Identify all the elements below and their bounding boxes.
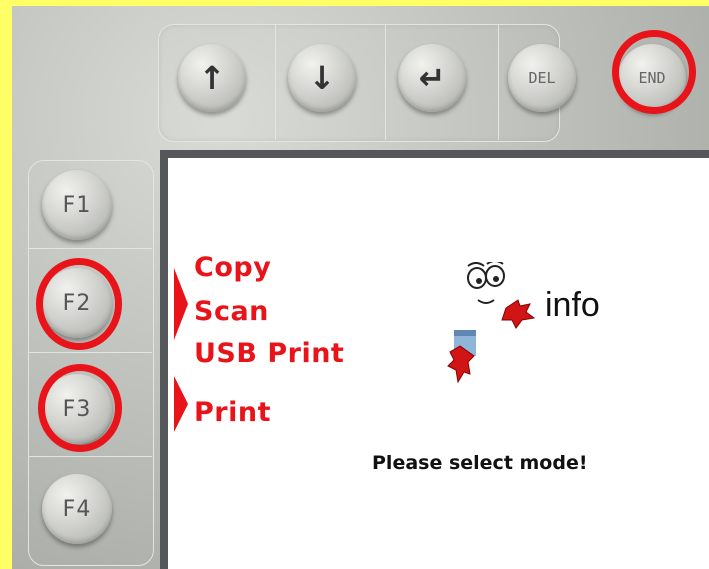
menu-item-usb-print: USB Print xyxy=(194,338,345,369)
info-mascot-icon xyxy=(447,262,536,384)
f1-button[interactable]: F1 xyxy=(42,170,112,240)
f2-pointer-icon xyxy=(174,268,188,340)
frame-divider xyxy=(28,352,152,353)
info-label: info xyxy=(545,286,600,324)
f4-button[interactable]: F4 xyxy=(42,474,112,544)
f3-label: F3 xyxy=(62,396,92,422)
enter-button[interactable]: ↵ xyxy=(398,44,466,112)
end-label: END xyxy=(638,69,666,87)
f1-label: F1 xyxy=(62,192,92,218)
menu-item-scan: Scan xyxy=(194,296,269,327)
frame-divider xyxy=(385,24,386,140)
f2-button[interactable]: F2 xyxy=(42,268,112,338)
frame-divider xyxy=(275,24,276,140)
menu-item-copy: Copy xyxy=(194,252,272,283)
del-button[interactable]: DEL xyxy=(508,44,576,112)
up-button[interactable]: ↑ xyxy=(178,44,246,112)
frame-divider xyxy=(498,24,499,140)
end-button[interactable]: END xyxy=(618,44,686,112)
frame-divider xyxy=(28,456,152,457)
f2-label: F2 xyxy=(62,290,92,316)
enter-arrow-icon: ↵ xyxy=(418,59,446,97)
down-button[interactable]: ↓ xyxy=(288,44,356,112)
f3-button[interactable]: F3 xyxy=(42,374,112,444)
del-label: DEL xyxy=(528,69,556,87)
f3-pointer-icon xyxy=(174,376,188,432)
down-arrow-icon: ↓ xyxy=(308,59,336,97)
select-mode-prompt: Please select mode! xyxy=(372,452,588,474)
f4-label: F4 xyxy=(62,496,92,522)
frame-divider xyxy=(28,248,152,249)
menu-item-print: Print xyxy=(194,397,271,428)
up-arrow-icon: ↑ xyxy=(198,59,226,97)
